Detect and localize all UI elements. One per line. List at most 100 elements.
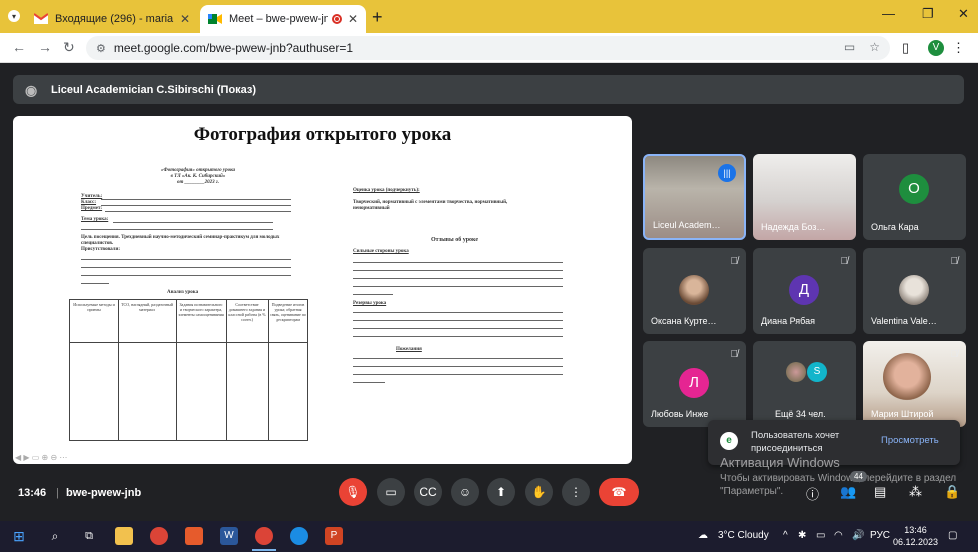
participant-face [883,353,931,401]
network-icon[interactable]: ▭ [816,530,825,541]
slide-controls-icon[interactable]: ◀ ▶ ▭ ⊕ ⊖ ⋯ [15,453,67,462]
chat-icon[interactable]: ▤ [874,484,886,500]
doc-line [113,222,273,223]
participant-tile[interactable]: 🎙̸ Д Диана Рябая [753,248,856,334]
back-icon[interactable]: ← [12,39,26,55]
more-options-button[interactable]: ⋮ [562,478,590,506]
doc-line [105,211,291,212]
mic-off-icon: 🎙̸ [730,349,739,360]
doc-line [353,382,385,383]
forward-icon[interactable]: → [38,39,52,55]
participant-tile[interactable]: Надежда Боз… [753,154,856,240]
volume-icon[interactable]: 🔊 [852,530,864,541]
captions-button[interactable]: CC [414,478,442,506]
reload-icon[interactable]: ↻ [63,39,75,56]
tab-title: Входящие (296) - maria.stiroi@ [55,13,174,25]
word-icon[interactable]: W [220,527,238,545]
browser-tab-strip: ▾ Входящие (296) - maria.stiroi@ ✕ Meet … [0,0,978,33]
participant-tile[interactable]: 🎙̸ Оксана Курте… [643,248,746,334]
user-avatar-icon: e [720,432,738,450]
table-header: Задания познавательного и творческого ха… [178,302,224,317]
tab-gmail[interactable]: Входящие (296) - maria.stiroi@ ✕ [26,5,198,33]
emoji-button[interactable]: ☺ [451,478,479,506]
taskbar-clock[interactable]: 13:46 06.12.2023 [893,524,938,548]
windows-start-icon[interactable]: ⊞ [10,527,28,545]
camera-icon[interactable]: ▭ [844,40,855,54]
presenter-label: Liceul Academician C.Sibirschi (Показ) [51,83,257,96]
bluetooth-icon[interactable]: ✱ [798,530,806,541]
doc-heading: «Фотография» открытого урока [161,168,235,173]
profile-avatar[interactable]: V [928,40,944,56]
participant-tile[interactable]: S Ещё 34 чел. [753,341,856,427]
activities-icon[interactable]: ⁂ [909,484,922,500]
participant-tile[interactable]: 🎙̸ Valentina Vale… [863,248,966,334]
participants-count-badge: 44 [850,471,867,482]
people-icon[interactable]: 👥 [840,484,856,500]
file-explorer-icon[interactable] [115,527,133,545]
participant-tile[interactable]: 🎙̸ Л Любовь Инже [643,341,746,427]
notifications-icon[interactable]: ▢ [948,530,957,541]
windows-taskbar: ⊞ ⌕ ⧉ W P ☁ 3°C Cloudy ^ ✱ ▭ ◠ 🔊 РУС 13:… [0,521,978,552]
wifi-icon[interactable]: ◠ [834,530,843,541]
meeting-details-icon[interactable]: ⓘ [806,484,819,503]
weather-text[interactable]: 3°C Cloudy [718,530,769,541]
doc-school: в ТЛ «Ак. К. Сибирский» [170,174,226,179]
site-info-icon[interactable]: ⚙ [96,42,106,55]
table-header: Подведение итогов урока; обратная связь,… [270,302,306,322]
field-class: Класс: [81,200,97,205]
view-request-button[interactable]: Просмотреть [881,435,939,446]
mic-off-icon: 🎙̸ [950,256,959,267]
task-view-icon[interactable]: ⧉ [80,527,98,545]
doc-date: от ________2023 г. [177,180,219,185]
mic-off-button[interactable]: 🎙 [339,478,367,506]
host-controls-icon[interactable]: 🔒 [944,484,960,500]
doc-line [81,267,291,268]
shared-slide: Фотография открытого урока «Фотография» … [13,116,632,464]
chrome-icon[interactable] [252,527,276,551]
leave-call-button[interactable]: ☎ [599,478,639,506]
restore-icon[interactable]: ❐ [922,6,934,22]
participant-avatar: S [807,362,827,382]
gmail-icon [34,13,48,24]
doc-weak: Резервы урока [353,301,387,306]
doc-line [101,199,291,200]
meet-main: ◉ Liceul Academician C.Sibirschi (Показ)… [0,63,978,521]
browser-toolbar: ← → ↻ ⚙ meet.google.com/bwe-pwew-jnb?aut… [0,33,978,63]
app-icon[interactable] [185,527,203,545]
meet-icon [208,14,222,24]
tab-title: Meet – bwe-pwew-jnb [229,13,328,25]
participant-avatar [899,275,929,305]
notification-text: Пользователь хочет присоединиться [751,430,840,454]
present-button[interactable]: ⬆ [487,478,515,506]
close-tab-icon[interactable]: ✕ [180,12,190,26]
doc-reviews: Отзывы об уроке [431,237,479,243]
raise-hand-button[interactable]: ✋ [525,478,553,506]
participant-avatar [679,275,709,305]
close-tab-icon[interactable]: ✕ [348,12,358,26]
participant-avatar: Д [789,275,819,305]
participant-name: Liceul Academ… [653,220,721,230]
speaking-indicator-icon: ||| [718,164,736,182]
new-tab-icon[interactable]: + [372,7,383,28]
participant-tile[interactable]: 🎙̸ Мария Штирой [863,341,966,427]
menu-icon[interactable]: ⋮ [952,40,965,56]
edge-icon[interactable] [290,527,308,545]
language-indicator[interactable]: РУС [870,530,890,541]
powerpoint-icon[interactable]: P [325,527,343,545]
separator: | [56,487,59,499]
close-window-icon[interactable]: ✕ [958,6,969,22]
search-icon[interactable]: ⌕ [46,527,64,545]
address-bar[interactable]: ⚙ meet.google.com/bwe-pwew-jnb?authuser=… [86,36,890,60]
participant-tile[interactable]: ||| Liceul Academ… [643,154,746,240]
tab-meet[interactable]: Meet – bwe-pwew-jnb ✕ [200,5,366,33]
chrome-icon[interactable] [150,527,168,545]
mic-off-icon: 🎙̸ [950,349,959,360]
table-divider [176,300,177,440]
minimize-icon[interactable]: — [882,6,895,21]
show-hidden-icons-icon[interactable]: ^ [783,530,788,541]
side-panel-icon[interactable]: ▯ [902,40,909,56]
bookmark-star-icon[interactable]: ☆ [869,40,880,54]
participant-tile[interactable]: О Ольга Кара [863,154,966,240]
tab-search-icon[interactable]: ▾ [8,10,20,22]
camera-button[interactable]: ▭ [377,478,405,506]
